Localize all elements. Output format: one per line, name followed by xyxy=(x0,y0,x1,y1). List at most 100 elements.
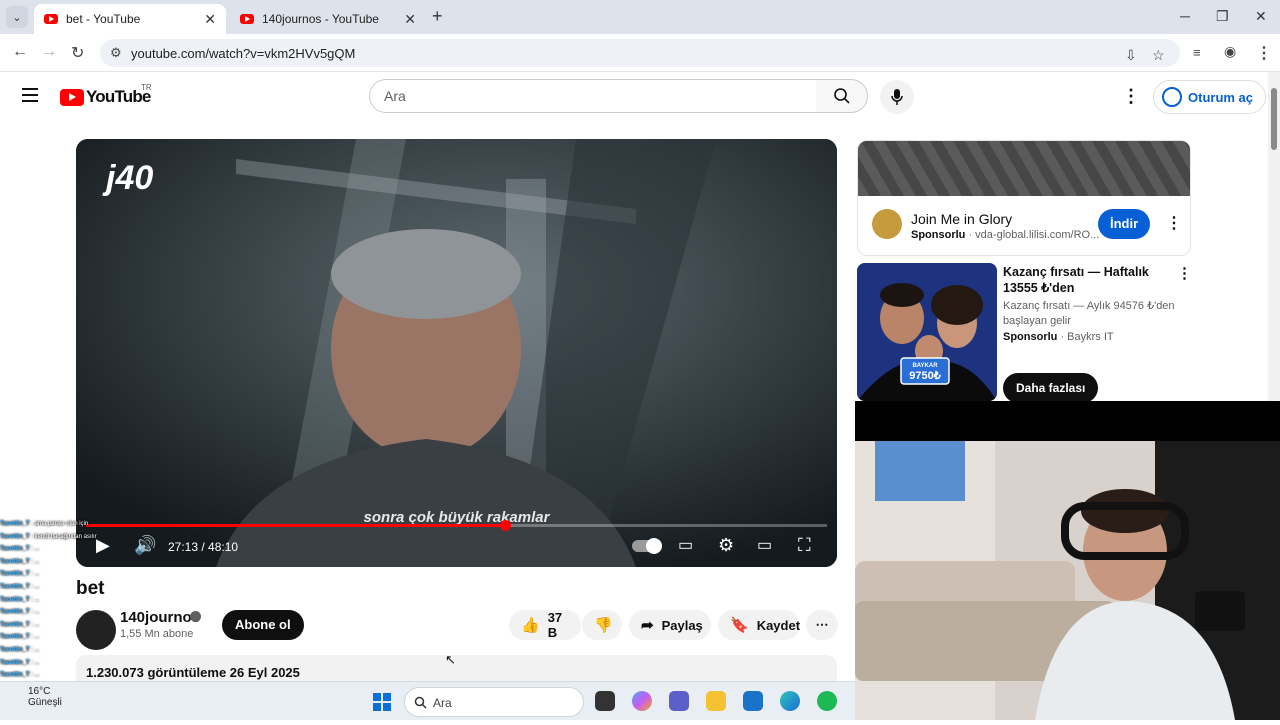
youtube-favicon-icon xyxy=(240,14,254,24)
ad-banner-image xyxy=(858,141,1190,196)
like-button[interactable]: 👍 37 B xyxy=(509,610,581,640)
subtitles-icon[interactable]: ▭ xyxy=(678,535,693,555)
copilot-icon[interactable] xyxy=(632,691,652,711)
settings-menu-icon[interactable]: ⋮ xyxy=(1122,86,1140,107)
tab-search-button[interactable]: ⌄ xyxy=(6,6,28,28)
scrubber-handle[interactable] xyxy=(499,520,511,531)
sponsored-app-ad[interactable]: Join Me in Glory Sponsorlu · vda-global.… xyxy=(857,140,1191,256)
url-text: youtube.com/watch?v=vkm2HVv5gQM xyxy=(131,46,356,61)
chat-message: Tacettin_T : ... xyxy=(0,571,40,578)
youtube-header: YouTube TR ⋮ Oturum aç xyxy=(0,72,1268,122)
chat-message: Tacettin_T : ... xyxy=(0,583,40,590)
save-button[interactable]: 🔖 Kaydet xyxy=(718,610,800,640)
more-actions-button[interactable]: ⋯ xyxy=(806,610,838,640)
voice-search-button[interactable] xyxy=(880,80,914,114)
chat-message: Tacettin_T : ... xyxy=(0,646,40,653)
search-input[interactable] xyxy=(370,80,816,112)
mouse-cursor-icon: ↖ xyxy=(445,652,456,667)
chat-message: Tacettin_T : ... xyxy=(0,659,40,666)
media-control-icon[interactable]: ≡ xyxy=(1193,45,1201,60)
close-window-icon[interactable]: ✕ xyxy=(1255,8,1267,25)
address-toolbar: ← → ↻ ⚙ youtube.com/watch?v=vkm2HVv5gQM … xyxy=(0,34,1280,72)
autoplay-toggle[interactable] xyxy=(632,538,662,554)
share-button[interactable]: ➦ Paylaş xyxy=(629,610,711,640)
learn-more-button[interactable]: Daha fazlası xyxy=(1003,373,1099,403)
forward-icon[interactable]: → xyxy=(41,43,57,61)
youtube-play-logo-icon xyxy=(60,88,84,106)
taskbar-search[interactable]: Ara xyxy=(404,687,584,717)
ad-menu-icon[interactable]: ⋮ xyxy=(1177,264,1192,282)
spotify-icon[interactable] xyxy=(817,691,837,711)
install-app-icon[interactable]: ⇩ xyxy=(1125,47,1137,64)
video-frame xyxy=(76,139,837,567)
profile-icon[interactable]: ◉ xyxy=(1224,43,1236,60)
omnibox[interactable]: ⚙ youtube.com/watch?v=vkm2HVv5gQM ⇩ ☆ xyxy=(100,39,1180,67)
ad-thumb-brand: BAYKAR xyxy=(912,363,938,369)
chat-message: Tacettin_T : kendi bacağından asılır xyxy=(0,533,97,540)
restore-icon[interactable]: ❐ xyxy=(1216,8,1229,25)
edge-browser-icon[interactable] xyxy=(780,691,800,711)
chat-message: Tacettin_T : ama parası olan için xyxy=(0,521,89,527)
share-icon: ➦ xyxy=(641,617,654,634)
site-info-icon[interactable]: ⚙ xyxy=(110,45,122,61)
thumbs-up-icon: 👍 xyxy=(521,617,540,634)
ad-thumbnail-image: BAYKAR 9750₺ xyxy=(857,263,997,401)
tab-title: 140journos - YouTube xyxy=(262,12,379,26)
chat-message: Tacettin_T : ... xyxy=(0,558,40,565)
bookmark-star-icon[interactable]: ☆ xyxy=(1152,47,1165,64)
close-tab-icon[interactable]: ✕ xyxy=(404,11,416,28)
signin-button[interactable]: Oturum aç xyxy=(1153,80,1267,114)
search-icon xyxy=(833,88,850,104)
subscribe-button[interactable]: Abone ol xyxy=(222,610,304,640)
tab-140journos[interactable]: 140journos - YouTube ✕ xyxy=(230,4,426,34)
windows-taskbar: 16°C Güneşli Ara xyxy=(0,681,855,720)
theater-mode-icon[interactable]: ▭ xyxy=(757,535,772,555)
tab-title: bet - YouTube xyxy=(66,12,141,26)
account-circle-icon xyxy=(1162,87,1182,107)
teams-icon[interactable] xyxy=(669,691,689,711)
channel-watermark: j40 xyxy=(106,159,154,197)
chat-message: Tacettin_T : ... xyxy=(0,609,40,616)
fullscreen-icon[interactable]: ⛶ xyxy=(798,535,811,556)
file-explorer-icon[interactable] xyxy=(706,691,726,711)
ad-thumb-price: 9750₺ xyxy=(909,370,940,382)
chat-message: Tacettin_T : ... xyxy=(0,596,40,603)
streamer-webcam-overlay xyxy=(855,401,1280,720)
browser-tab-strip: ⌄ bet - YouTube ✕ 140journos - YouTube ✕… xyxy=(0,0,1280,34)
video-player[interactable]: j40 sonra çok büyük rakamlar ▶ 🔊 27:13 /… xyxy=(76,139,837,567)
ad-title[interactable]: Kazanç fırsatı — Haftalık 13555 ₺'den xyxy=(1003,264,1178,296)
chat-message: Tacettin_T : ... xyxy=(0,634,40,641)
search-button[interactable] xyxy=(816,79,868,113)
new-tab-icon[interactable]: + xyxy=(432,6,443,27)
weather-widget[interactable]: 16°C Güneşli xyxy=(28,686,62,708)
ad-thumbnail[interactable]: BAYKAR 9750₺ xyxy=(857,263,997,401)
ad-title: Join Me in Glory xyxy=(911,211,1013,227)
ad-meta: Sponsorlu · vda-global.lilisi.com/RO... xyxy=(911,229,1100,241)
windows-start-icon[interactable] xyxy=(373,693,391,711)
task-view-icon[interactable] xyxy=(595,691,615,711)
chat-message: Tacettin_T : ... xyxy=(0,546,40,553)
bookmark-icon: 🔖 xyxy=(730,617,749,634)
reload-icon[interactable]: ↻ xyxy=(71,43,84,63)
chat-message: Tacettin_T : ... xyxy=(0,621,40,628)
chat-message: Tacettin_T : ... xyxy=(0,672,40,679)
install-button[interactable]: İndir xyxy=(1098,209,1151,239)
settings-gear-icon[interactable]: ⚙ xyxy=(718,535,734,556)
youtube-logo[interactable]: YouTube xyxy=(60,87,151,107)
ad-menu-icon[interactable]: ⋮ xyxy=(1166,213,1182,233)
thumbs-down-icon: 👎 xyxy=(594,617,613,634)
dislike-button[interactable]: 👎 xyxy=(582,610,622,640)
store-icon[interactable] xyxy=(743,691,763,711)
search-icon xyxy=(414,696,427,709)
guide-menu-icon[interactable] xyxy=(22,88,38,106)
back-icon[interactable]: ← xyxy=(12,43,28,61)
search-box xyxy=(369,79,817,113)
more-horizontal-icon: ⋯ xyxy=(815,617,829,632)
ad-subtitle: Kazanç fırsatı — Aylık 94576 ₺'den başla… xyxy=(1003,300,1175,327)
tab-bet-youtube[interactable]: bet - YouTube ✕ xyxy=(34,4,226,34)
close-tab-icon[interactable]: ✕ xyxy=(204,11,216,28)
ad-meta: Sponsorlu · Baykrs IT xyxy=(1003,331,1114,343)
advertiser-logo xyxy=(872,209,902,239)
browser-menu-icon[interactable]: ⋮ xyxy=(1256,43,1272,63)
minimize-icon[interactable]: ─ xyxy=(1180,8,1190,24)
